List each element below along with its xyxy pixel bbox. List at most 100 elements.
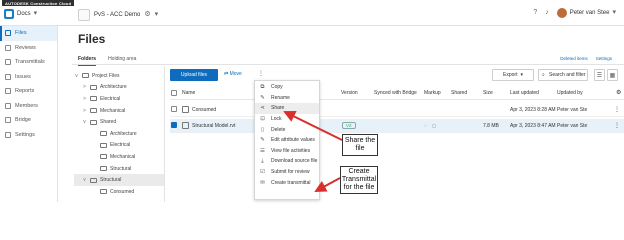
row-updated: Apr 3, 2023 8:47 AM bbox=[510, 123, 556, 129]
row-checkbox[interactable] bbox=[171, 122, 177, 128]
chevron-right-icon[interactable]: > bbox=[82, 108, 87, 114]
tree-item[interactable]: Mechanical bbox=[74, 151, 164, 163]
menu-item-edit-attributes[interactable]: ✎ Edit attribute values bbox=[255, 135, 319, 146]
tree-item-label: Mechanical bbox=[110, 153, 136, 160]
menu-item-label: Edit attribute values bbox=[271, 137, 315, 144]
user-menu[interactable]: Peter van Stee ▾ bbox=[556, 8, 616, 18]
files-icon bbox=[5, 30, 11, 37]
tree-item-label: Mechanical bbox=[100, 107, 126, 114]
tree-item[interactable]: Structural bbox=[74, 163, 164, 175]
help-icon[interactable]: ? bbox=[533, 8, 537, 18]
search-filter-button[interactable]: ⌕ Search and filter bbox=[538, 69, 588, 81]
table-row[interactable]: Consumed Apr 3, 2023 8:28 AM Peter van S… bbox=[170, 103, 624, 117]
table-row-selected[interactable]: Structural Model.rvt ☁ V2 ◌ ◻ 7.8 MB Apr… bbox=[170, 119, 624, 133]
tree-item[interactable]: > Mechanical bbox=[74, 105, 164, 117]
folder-icon bbox=[182, 106, 189, 113]
chevron-right-icon[interactable]: > bbox=[82, 96, 87, 102]
row-more-icon[interactable]: ⋮ bbox=[614, 122, 620, 129]
docs-icon bbox=[4, 9, 14, 19]
row-name[interactable]: Structural Model.rvt bbox=[192, 123, 235, 129]
menu-item-submit-review[interactable]: ☑ Submit for review bbox=[255, 167, 319, 178]
deleted-items-link[interactable]: Deleted items bbox=[560, 56, 588, 61]
folder-tree: v Project Files > Architecture > Electri… bbox=[74, 70, 164, 198]
upload-files-button[interactable]: Upload files bbox=[170, 69, 218, 81]
bridge-icon bbox=[5, 117, 11, 124]
rename-icon: ✎ bbox=[260, 94, 265, 101]
app-switcher[interactable]: Docs ▾ bbox=[4, 9, 37, 19]
tree-item-label: Architecture bbox=[100, 84, 127, 91]
menu-item-copy[interactable]: ⧉ Copy bbox=[255, 82, 319, 93]
sidebar-item-files[interactable]: Files bbox=[0, 26, 57, 41]
more-icon[interactable]: ⋮ bbox=[258, 70, 264, 77]
menu-item-label: Delete bbox=[271, 126, 286, 133]
tree-item-label: Shared bbox=[100, 119, 117, 126]
menu-item-create-transmittal[interactable]: ✉ Create transmittal bbox=[255, 177, 319, 188]
tree-item[interactable]: Architecture bbox=[74, 128, 164, 140]
menu-item-label: Create transmittal bbox=[271, 179, 311, 186]
chevron-down-icon[interactable]: v bbox=[82, 119, 87, 125]
tree-item-label: Structural bbox=[110, 165, 132, 172]
review-icon: ☑ bbox=[260, 169, 265, 176]
menu-item-delete[interactable]: ▯ Delete bbox=[255, 124, 319, 135]
row-name[interactable]: Consumed bbox=[192, 107, 216, 113]
sidebar-item-reviews[interactable]: Reviews bbox=[0, 41, 57, 56]
sidebar-item-label: Files bbox=[15, 30, 27, 37]
lock-icon: ⊡ bbox=[260, 116, 265, 123]
folder-icon bbox=[90, 84, 97, 90]
col-synced[interactable]: Synced with Bridge bbox=[374, 90, 417, 96]
menu-item-label: Lock bbox=[271, 116, 282, 123]
project-selector[interactable]: PvS - ACC Demo ⚙ ▾ bbox=[78, 9, 158, 21]
folder-icon bbox=[82, 73, 89, 79]
chevron-down-icon[interactable]: v bbox=[74, 73, 79, 79]
list-view-icon[interactable]: ☰ bbox=[594, 69, 605, 81]
settings-link[interactable]: Settings bbox=[596, 56, 612, 61]
sidebar-item-transmittals[interactable]: Transmittals bbox=[0, 55, 57, 70]
chevron-right-icon[interactable]: > bbox=[82, 84, 87, 90]
notification-icon[interactable]: ♪ bbox=[545, 8, 549, 18]
sidebar-item-settings[interactable]: Settings bbox=[0, 128, 57, 143]
menu-item-view-activities[interactable]: ☰ View file activities bbox=[255, 146, 319, 157]
sidebar-item-issues[interactable]: Issues bbox=[0, 70, 57, 85]
col-version[interactable]: Version bbox=[341, 90, 358, 96]
gear-icon[interactable]: ⚙ bbox=[616, 89, 621, 96]
move-button[interactable]: ⇄ Move bbox=[224, 71, 242, 77]
col-name[interactable]: Name bbox=[182, 90, 195, 96]
sidebar-item-members[interactable]: Members bbox=[0, 99, 57, 114]
export-button[interactable]: Export ▾ bbox=[492, 69, 534, 81]
sidebar-item-label: Reports bbox=[15, 88, 35, 95]
tree-item[interactable]: > Electrical bbox=[74, 93, 164, 105]
row-checkbox[interactable] bbox=[171, 106, 177, 112]
search-icon: ⌕ bbox=[542, 72, 545, 78]
menu-item-lock[interactable]: ⊡ Lock bbox=[255, 114, 319, 125]
row-updated-by: Peter van Ste bbox=[557, 107, 588, 113]
row-more-icon[interactable]: ⋮ bbox=[614, 106, 620, 113]
col-shared[interactable]: Shared bbox=[451, 90, 467, 96]
divider bbox=[164, 66, 165, 202]
comment-icon[interactable]: ◻ bbox=[432, 123, 436, 129]
folder-icon bbox=[100, 189, 107, 195]
grid-view-icon[interactable]: ▦ bbox=[607, 69, 618, 81]
transmittal-callout: Create Transmittal for the file bbox=[340, 166, 378, 194]
issues-icon bbox=[5, 73, 11, 80]
menu-item-rename[interactable]: ✎ Rename bbox=[255, 93, 319, 104]
col-size[interactable]: Size bbox=[483, 90, 493, 96]
version-badge[interactable]: V2 bbox=[342, 122, 356, 129]
select-all-checkbox[interactable] bbox=[171, 90, 177, 96]
tree-item[interactable]: v Project Files bbox=[74, 70, 164, 82]
col-updated-by[interactable]: Updated by bbox=[557, 90, 583, 96]
tree-item-selected[interactable]: v Structural bbox=[74, 174, 164, 186]
top-bar: AUTODESK Construction Cloud Docs ▾ PvS -… bbox=[0, 0, 624, 26]
markup-icon[interactable]: ◌ bbox=[424, 123, 427, 129]
sidebar-item-reports[interactable]: Reports bbox=[0, 84, 57, 99]
menu-item-share[interactable]: ⋖ Share bbox=[255, 103, 319, 114]
col-updated[interactable]: Last updated bbox=[510, 90, 539, 96]
menu-item-download[interactable]: ⤓ Download source file bbox=[255, 156, 319, 167]
col-markup[interactable]: Markup bbox=[424, 90, 441, 96]
tree-item[interactable]: Consumed bbox=[74, 186, 164, 198]
sidebar-item-bridge[interactable]: Bridge bbox=[0, 113, 57, 128]
tree-item[interactable]: v Shared bbox=[74, 116, 164, 128]
chevron-down-icon[interactable]: v bbox=[82, 177, 87, 183]
tree-item[interactable]: Electrical bbox=[74, 140, 164, 152]
copy-icon: ⧉ bbox=[260, 83, 265, 90]
tree-item[interactable]: > Architecture bbox=[74, 82, 164, 94]
